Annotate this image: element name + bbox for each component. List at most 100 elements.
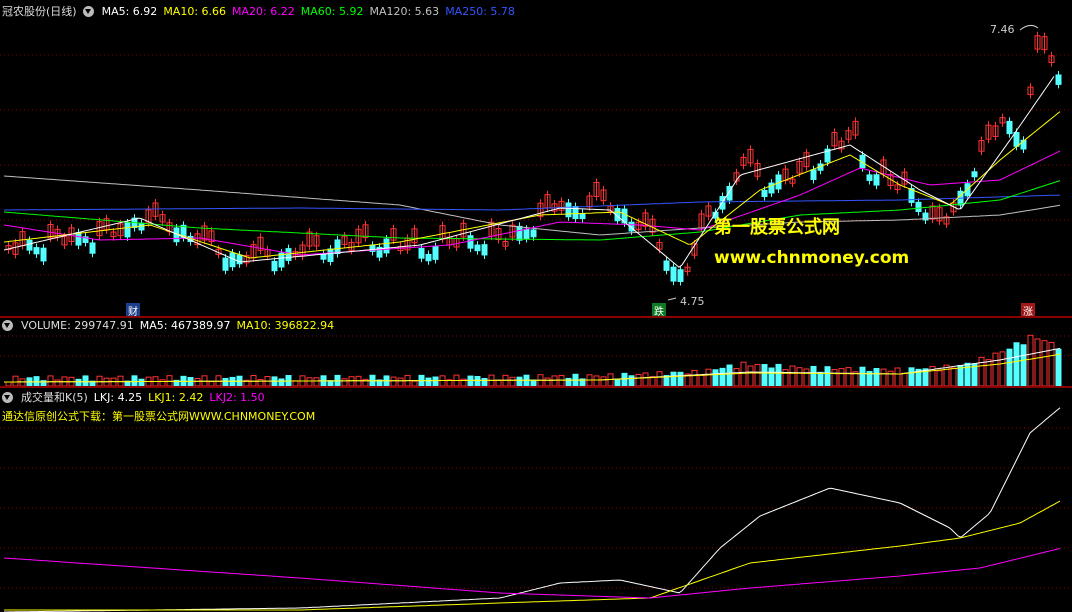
volume-bar	[1020, 344, 1027, 386]
candle-body	[481, 244, 488, 256]
volume-bar	[761, 364, 768, 386]
collapse-arrow-icon[interactable]	[2, 391, 13, 403]
volume-bar	[656, 371, 663, 386]
candle-body	[761, 189, 768, 198]
candle-body	[467, 235, 474, 249]
ma120-line	[3, 175, 1061, 236]
volume-bar	[880, 368, 887, 386]
volume-bar	[558, 374, 565, 386]
volume-bar	[845, 367, 852, 386]
candle-body	[124, 222, 131, 238]
lkj2-line	[3, 548, 1061, 599]
price-legend: 冠农股份(日线) MA5: 6.92 MA10: 6.66 MA20: 6.22…	[2, 3, 515, 19]
candle-body	[866, 174, 873, 181]
watermark-site-name: 第一股票公式网	[714, 217, 840, 238]
lkj1-value: LKJ1: 2.42	[148, 390, 204, 404]
volume-bar	[117, 375, 124, 386]
indicator-legend: 成交量和K(5) LKJ: 4.25 LKJ1: 2.42 LKJ2: 1.50	[2, 389, 265, 405]
volume-bar	[894, 367, 901, 386]
stock-title: 冠农股份(日线)	[2, 5, 77, 18]
volume-bar	[635, 373, 642, 386]
candle-body	[334, 239, 341, 255]
price-chart-canvas[interactable]	[0, 0, 1072, 316]
indicator-chart-panel[interactable]: 成交量和K(5) LKJ: 4.25 LKJ1: 2.42 LKJ2: 1.50…	[0, 388, 1072, 612]
volume-bar	[642, 372, 649, 386]
fall-badge[interactable]: 跌	[652, 303, 666, 316]
volume-bar	[1048, 341, 1055, 386]
volume-bar	[75, 378, 82, 386]
volume-bar	[978, 356, 985, 386]
collapse-arrow-icon[interactable]	[2, 320, 13, 331]
volume-bar	[691, 369, 698, 386]
volume-bar	[614, 378, 621, 386]
volume-bar	[705, 368, 712, 386]
volume-bar	[19, 378, 26, 386]
volume-chart-panel[interactable]: VOLUME: 299747.91 MA5: 467389.97 MA10: 3…	[0, 318, 1072, 386]
volume-bar	[754, 363, 761, 386]
rise-badge[interactable]: 涨	[1021, 303, 1035, 316]
volume-bar	[12, 375, 19, 386]
volume-bar	[775, 363, 782, 386]
volume-ma5-value: MA5: 467389.97	[139, 319, 231, 332]
lkj-value: LKJ: 4.25	[93, 390, 143, 404]
volume-bar	[222, 377, 229, 386]
indicator-subtitle: 通达信原创公式下载：第一股票公式网WWW.CHNMONEY.COM	[2, 410, 316, 423]
volume-bar	[726, 364, 733, 386]
high-price-label: 7.46	[990, 23, 1015, 36]
indicator-name: 成交量和K(5)	[21, 391, 88, 404]
volume-bar	[1027, 334, 1034, 386]
candle-body	[271, 260, 278, 272]
volume-bar	[397, 377, 404, 386]
candle-body	[516, 225, 523, 241]
candle-body	[565, 202, 572, 218]
volume-bar	[467, 375, 474, 386]
ma60-value: MA60: 5.92	[300, 4, 364, 18]
volume-bar	[516, 376, 523, 386]
volume-bar	[740, 361, 747, 386]
volume-bar	[229, 376, 236, 386]
volume-bar	[481, 378, 488, 386]
volume-bar	[908, 367, 915, 386]
ma120-value: MA120: 5.63	[369, 4, 440, 18]
lkj-line	[4, 407, 1061, 612]
ma250-line	[4, 194, 1061, 211]
candle-body	[873, 174, 880, 186]
volume-bar	[873, 368, 880, 386]
candle-body	[425, 253, 432, 262]
candle-body	[432, 246, 439, 260]
volume-bar	[936, 370, 943, 386]
lkj2-value: LKJ2: 1.50	[209, 390, 265, 404]
volume-bar	[838, 368, 845, 386]
high-pointer-line	[1019, 24, 1039, 31]
candle-body	[579, 213, 586, 220]
volume-legend: VOLUME: 299747.91 MA5: 467389.97 MA10: 3…	[2, 319, 334, 332]
volume-bar	[33, 376, 40, 386]
collapse-arrow-icon[interactable]	[82, 5, 94, 17]
volume-bar	[348, 376, 355, 386]
volume-bar	[551, 375, 558, 386]
ma5-value: MA5: 6.92	[101, 4, 158, 18]
price-chart-panel[interactable]: 冠农股份(日线) MA5: 6.92 MA10: 6.66 MA20: 6.22…	[0, 0, 1072, 316]
candle-body	[236, 254, 243, 265]
candle-body	[971, 171, 978, 178]
volume-ma10-value: MA10: 396822.94	[236, 319, 335, 332]
volume-bar	[194, 378, 201, 386]
candle-body	[327, 248, 334, 262]
candle-body	[40, 247, 47, 262]
volume-bar	[82, 375, 89, 386]
candle-body	[222, 257, 229, 271]
volume-bar	[831, 369, 838, 386]
volume-bar	[390, 376, 397, 386]
candle-body	[75, 232, 82, 246]
ma20-value: MA20: 6.22	[232, 4, 295, 18]
volume-bar	[432, 376, 439, 386]
candle-body	[530, 229, 537, 238]
candle-body	[663, 260, 670, 271]
volume-bar	[768, 367, 775, 386]
candle-body	[1055, 74, 1062, 85]
finance-badge[interactable]: 财	[126, 303, 140, 316]
volume-value: VOLUME: 299747.91	[21, 319, 134, 332]
volume-bar	[306, 377, 313, 386]
candle-body	[383, 238, 390, 254]
low-pointer-line	[667, 297, 677, 301]
